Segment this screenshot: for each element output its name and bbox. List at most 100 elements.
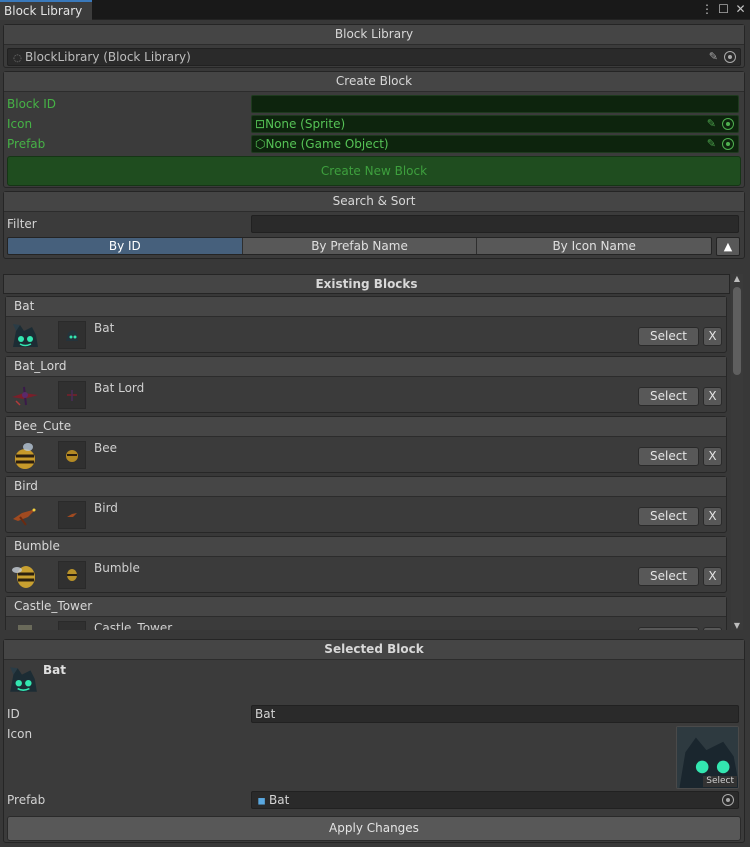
- icon-preview-select[interactable]: Select: [703, 776, 737, 787]
- bird-sprite-icon: [10, 501, 40, 531]
- block-name: Bat: [94, 321, 115, 335]
- remove-button[interactable]: X: [703, 567, 722, 586]
- selected-icon-label: Icon: [7, 727, 33, 741]
- list-item: Bat Bat Select X: [5, 296, 727, 353]
- library-asset-field[interactable]: ◌ BlockLibrary (Block Library) ✎: [7, 48, 741, 66]
- remove-button[interactable]: X: [703, 447, 722, 466]
- search-header: Search & Sort: [4, 192, 744, 212]
- block-id-heading: Bumble: [6, 537, 726, 557]
- prefab-label: Prefab: [7, 137, 46, 151]
- block-id-label: Block ID: [7, 97, 57, 111]
- remove-button[interactable]: X: [703, 507, 722, 526]
- block-id-heading: Bee_Cute: [6, 417, 726, 437]
- apply-changes-button[interactable]: Apply Changes: [7, 816, 741, 841]
- list-item: Bird Bird Select X: [5, 476, 727, 533]
- selected-id-label: ID: [7, 707, 20, 721]
- bee-sprite-icon: [10, 441, 40, 471]
- select-button[interactable]: Select: [638, 627, 699, 630]
- gameobject-icon: ⬡: [255, 137, 266, 151]
- filter-label: Filter: [7, 217, 37, 231]
- pencil-icon[interactable]: ✎: [707, 116, 716, 132]
- existing-blocks-scrollbar[interactable]: ▲ ▼: [731, 274, 743, 630]
- bat-sprite-icon: [10, 321, 40, 351]
- library-header: Block Library: [4, 25, 744, 45]
- block-id-heading: Bat: [6, 297, 726, 317]
- block-id-heading: Bat_Lord: [6, 357, 726, 377]
- object-picker-icon[interactable]: [722, 138, 734, 150]
- filter-input[interactable]: [251, 215, 739, 233]
- select-button[interactable]: Select: [638, 387, 699, 406]
- icon-label: Icon: [7, 117, 33, 131]
- castle-tower-sprite-icon: [10, 621, 40, 630]
- bat-lord-sprite-icon: [10, 381, 40, 411]
- list-item: Bat_Lord Bat Lord Select X: [5, 356, 727, 413]
- block-id-input[interactable]: [251, 95, 739, 113]
- close-icon[interactable]: ✕: [735, 2, 746, 17]
- selected-prefab-value: Bat: [269, 793, 290, 807]
- sort-by-id-button[interactable]: By ID: [8, 238, 243, 254]
- create-block-panel: Create Block Block ID Icon ⊡None (Sprite…: [3, 71, 745, 188]
- scrollbar-thumb[interactable]: [733, 287, 741, 375]
- sort-by-prefab-button[interactable]: By Prefab Name: [242, 238, 478, 254]
- object-picker-icon[interactable]: [724, 51, 736, 63]
- block-id-heading: Bird: [6, 477, 726, 497]
- icon-preview-field[interactable]: Select: [676, 726, 739, 789]
- select-button[interactable]: Select: [638, 567, 699, 586]
- bird-prefab-icon: [58, 501, 86, 529]
- bat-prefab-icon: [58, 321, 86, 349]
- kebab-menu-icon[interactable]: ⋮: [701, 2, 713, 17]
- selected-title: Bat: [43, 663, 66, 677]
- library-panel: Block Library ◌ BlockLibrary (Block Libra…: [3, 24, 745, 68]
- prefab-field-value: None (Game Object): [265, 137, 389, 151]
- bat-lord-prefab-icon: [58, 381, 86, 409]
- list-item: Bee_Cute Bee Select X: [5, 416, 727, 473]
- create-new-block-button[interactable]: Create New Block: [7, 156, 741, 186]
- remove-button[interactable]: X: [703, 327, 722, 346]
- icon-field-value: None (Sprite): [265, 117, 346, 131]
- object-picker-icon[interactable]: [722, 118, 734, 130]
- remove-button[interactable]: X: [703, 627, 722, 630]
- select-button[interactable]: Select: [638, 507, 699, 526]
- block-name: Bee: [94, 441, 117, 455]
- select-button[interactable]: Select: [638, 327, 699, 346]
- block-id-heading: Castle_Tower: [6, 597, 726, 617]
- selected-block-panel: Selected Block Bat ID Bat Icon Select Pr…: [3, 639, 745, 843]
- pencil-icon[interactable]: ✎: [709, 49, 718, 65]
- selected-prefab-field[interactable]: ◼ Bat: [251, 791, 739, 809]
- scroll-up-arrow-icon[interactable]: ▲: [731, 274, 743, 283]
- icon-sprite-field[interactable]: ⊡None (Sprite) ✎: [251, 115, 739, 133]
- ascending-arrow-icon[interactable]: ▲: [716, 237, 740, 256]
- scroll-down-arrow-icon[interactable]: ▼: [731, 621, 743, 630]
- library-asset-value: BlockLibrary (Block Library): [25, 50, 191, 64]
- block-name: Castle_Tower: [94, 621, 173, 630]
- sort-toolbar: By ID By Prefab Name By Icon Name: [7, 237, 712, 255]
- list-item: Bumble Bumble Select X: [5, 536, 727, 593]
- object-picker-icon[interactable]: [722, 794, 734, 806]
- window-tab-bar: Block Library ⋮ ☐ ✕: [0, 0, 750, 20]
- create-header: Create Block: [4, 72, 744, 92]
- prefab-field[interactable]: ⬡None (Game Object) ✎: [251, 135, 739, 153]
- remove-button[interactable]: X: [703, 387, 722, 406]
- search-sort-panel: Search & Sort Filter By ID By Prefab Nam…: [3, 191, 745, 259]
- maximize-icon[interactable]: ☐: [718, 2, 729, 17]
- bumble-prefab-icon: [58, 561, 86, 589]
- block-name: Bumble: [94, 561, 140, 575]
- block-name: Bird: [94, 501, 118, 515]
- scriptable-object-icon: ◌: [13, 53, 22, 64]
- selected-header: Selected Block: [4, 640, 744, 660]
- list-item: Castle_Tower Castle_Tower Select X: [5, 596, 727, 630]
- bee-prefab-icon: [58, 441, 86, 469]
- sprite-icon: ⊡: [255, 117, 266, 131]
- existing-blocks-list: Bat Bat Select X Bat_Lord Bat Lord Selec…: [3, 296, 730, 630]
- castle-tower-prefab-icon: [58, 621, 86, 630]
- sort-by-icon-button[interactable]: By Icon Name: [477, 238, 711, 254]
- block-name: Bat Lord: [94, 381, 145, 395]
- prefab-cube-icon: ◼: [257, 796, 266, 807]
- selected-bat-icon: [7, 664, 39, 696]
- bumble-sprite-icon: [10, 561, 40, 591]
- pencil-icon[interactable]: ✎: [707, 136, 716, 152]
- select-button[interactable]: Select: [638, 447, 699, 466]
- selected-id-input[interactable]: Bat: [251, 705, 739, 723]
- selected-prefab-label: Prefab: [7, 793, 46, 807]
- tab-block-library[interactable]: Block Library: [0, 0, 92, 20]
